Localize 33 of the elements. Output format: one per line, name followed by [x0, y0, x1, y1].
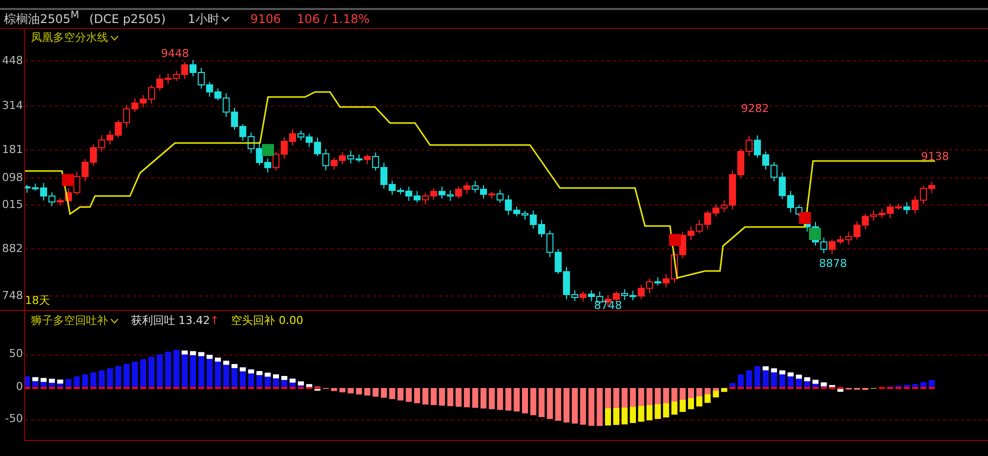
axis-label: 098 [2, 172, 23, 184]
signal-marker-icon [809, 228, 821, 240]
symbol-name: 棕榈油2505$^{M}$ [4, 10, 80, 28]
price-label: 8878 [819, 257, 847, 270]
axis-label: 015 [2, 199, 23, 211]
axis-label: 882 [2, 243, 23, 255]
last-price: 9106 [250, 12, 281, 26]
signal-marker-icon [62, 174, 74, 186]
chevron-down-icon [110, 318, 119, 324]
signal-marker-icon [799, 212, 811, 224]
signal-marker-icon [669, 234, 681, 246]
price-change: 106 / 1.18% [296, 12, 370, 26]
indicator-dropdown[interactable]: 狮子多空回吐补 [31, 313, 119, 328]
indicator-dropdown[interactable]: 凤凰多空分水线 [31, 30, 119, 45]
price-label: 9282 [741, 102, 769, 115]
axis-label: 314 [2, 100, 23, 112]
chevron-down-icon [110, 34, 119, 40]
indicator-value: 空头回补 0.00 [231, 313, 304, 328]
signal-marker-icon [262, 144, 274, 156]
period-dropdown[interactable]: 1小时 [184, 10, 234, 28]
axis-label: 748 [2, 290, 23, 302]
period-count: 18天 [25, 293, 50, 308]
price-label: 9138 [921, 150, 949, 163]
indicator-value: 获利回吐 13.42↑ [131, 313, 220, 328]
price-label: 9448 [161, 47, 189, 60]
axis-label: 181 [2, 144, 23, 156]
exchange-code: (DCE p2505) [89, 12, 166, 26]
chevron-down-icon [221, 16, 230, 22]
axis-label: 0 [16, 381, 23, 393]
axis-label: 448 [2, 55, 23, 67]
axis-label: 50 [9, 348, 23, 360]
price-label: 8748 [594, 299, 622, 310]
axis-label: -50 [5, 413, 23, 425]
